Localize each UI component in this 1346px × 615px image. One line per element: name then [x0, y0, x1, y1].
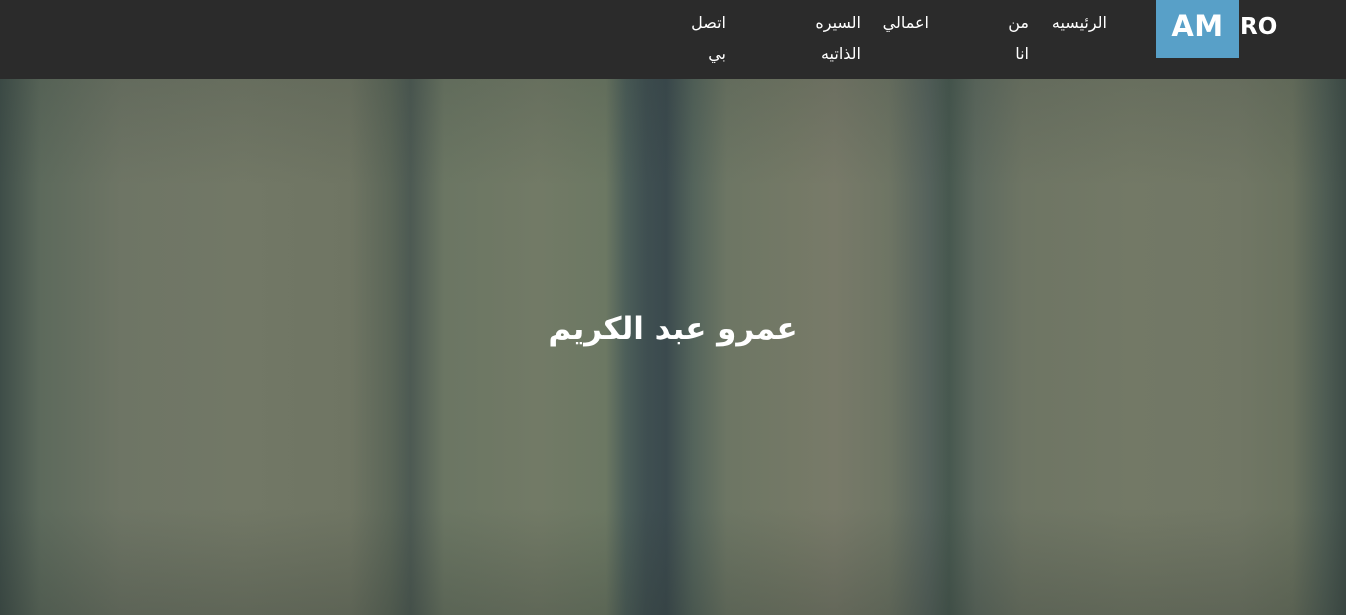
logo-text[interactable]: RO — [1240, 11, 1277, 43]
nav-item-about-label-line1: من — [1008, 13, 1029, 32]
nav-item-cv-label-line2: الذاتيه — [820, 44, 861, 63]
nav-item-home[interactable]: الرئيسيه — [1047, 7, 1107, 38]
nav-item-cv[interactable]: السيره الذاتيه — [793, 7, 861, 69]
nav-item-works-label: اعمالي — [882, 13, 929, 32]
nav-item-contact-label-line1: اتصل — [691, 13, 726, 32]
hero-section: عمرو عبد الكريم — [0, 79, 1346, 615]
hero-title: عمرو عبد الكريم — [548, 311, 798, 347]
nav-item-cv-label-line1: السيره — [815, 13, 861, 32]
nav-item-home-label: الرئيسيه — [1051, 13, 1107, 32]
nav-item-contact-label-line2: بي — [708, 44, 726, 63]
navbar: AM RO الرئيسيه من انا اعمالي السيره الذا… — [0, 0, 1346, 79]
nav-item-works[interactable]: اعمالي — [876, 7, 929, 38]
logo-highlight[interactable]: AM — [1156, 0, 1239, 58]
nav-item-contact[interactable]: اتصل بي — [660, 7, 726, 69]
nav-item-about[interactable]: من انا — [985, 7, 1029, 69]
nav-item-about-label-line2: انا — [1015, 44, 1029, 63]
